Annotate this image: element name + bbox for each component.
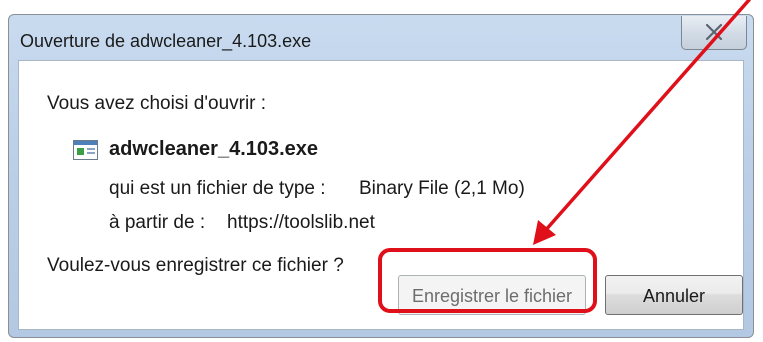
file-source-value: https://toolslib.net — [227, 212, 375, 233]
file-type-value: Binary File (2,1 Mo) — [359, 178, 525, 199]
screenshot-stage: Ouverture de adwcleaner_4.103.exe Vous a… — [0, 0, 763, 342]
intro-text: Vous avez choisi d'ouvrir : — [47, 93, 267, 114]
file-type-label: qui est un fichier de type : — [109, 178, 326, 199]
file-source-label: à partir de : — [109, 212, 206, 233]
dialog-title: Ouverture de adwcleaner_4.103.exe — [20, 31, 312, 51]
download-dialog: Ouverture de adwcleaner_4.103.exe Vous a… — [8, 14, 754, 338]
title-bar: Ouverture de adwcleaner_4.103.exe — [9, 15, 753, 59]
cancel-button[interactable]: Annuler — [605, 275, 743, 315]
close-button[interactable] — [681, 16, 747, 50]
save-question: Voulez-vous enregistrer ce fichier ? — [47, 255, 344, 276]
application-window-icon — [73, 140, 98, 160]
save-file-button[interactable]: Enregistrer le fichier — [398, 275, 586, 315]
close-icon — [705, 23, 723, 41]
file-name: adwcleaner_4.103.exe — [109, 138, 319, 160]
